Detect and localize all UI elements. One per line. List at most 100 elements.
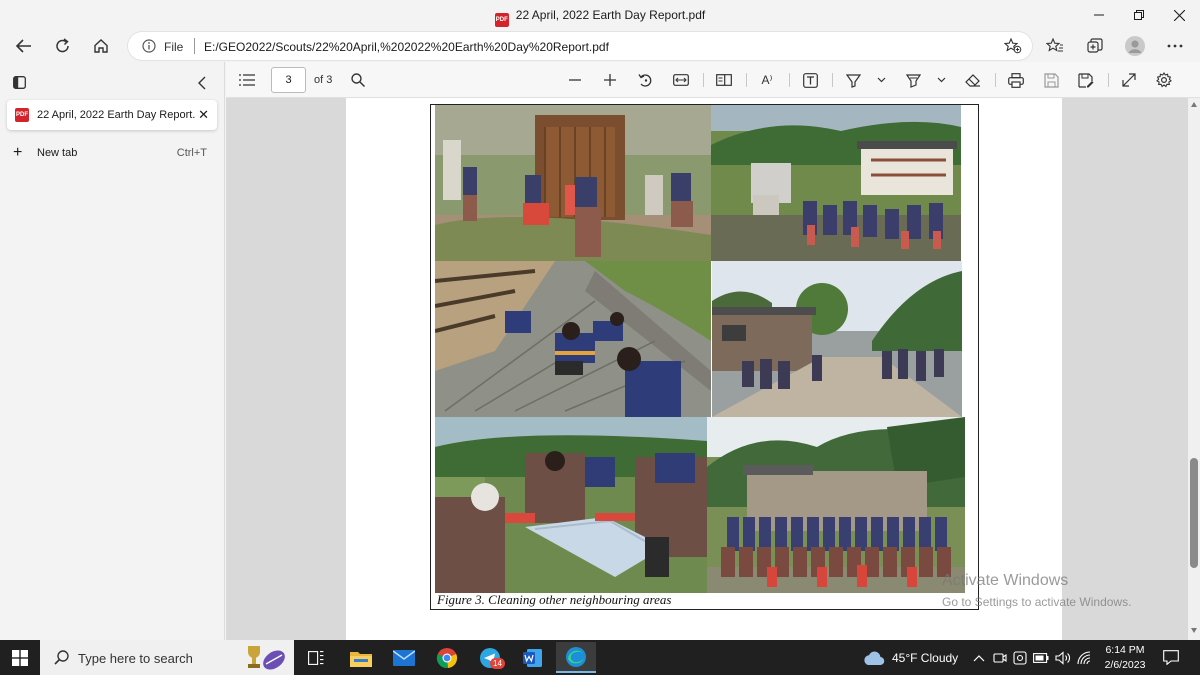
highlighter-icon bbox=[905, 73, 921, 88]
figure-3: Figure 3. Cleaning other neighbouring ar… bbox=[430, 104, 979, 610]
zoom-in-button[interactable] bbox=[601, 70, 619, 90]
device-icon[interactable] bbox=[1013, 650, 1027, 665]
save-icon bbox=[1043, 72, 1059, 88]
url-text[interactable]: E:/GEO2022/Scouts/22%20April,%202022%20E… bbox=[204, 40, 609, 54]
new-tab-button[interactable]: + New tab Ctrl+T bbox=[7, 140, 217, 166]
clock-date: 2/6/2023 bbox=[1104, 659, 1146, 671]
photo-stone-path bbox=[435, 261, 711, 417]
table-of-contents-icon bbox=[239, 74, 255, 86]
highlight-button[interactable] bbox=[903, 70, 923, 90]
save-as-icon bbox=[1078, 72, 1094, 88]
show-hidden-icons-icon[interactable] bbox=[973, 654, 985, 662]
refresh-button[interactable] bbox=[49, 32, 77, 60]
search-highlight-icon[interactable] bbox=[236, 642, 292, 674]
battery-icon[interactable] bbox=[1033, 652, 1049, 663]
chrome-icon bbox=[436, 647, 458, 668]
highlight-options-dropdown[interactable] bbox=[934, 70, 948, 90]
print-button[interactable] bbox=[1006, 70, 1026, 90]
folder-icon bbox=[350, 651, 372, 667]
draw-options-dropdown[interactable] bbox=[874, 70, 888, 90]
collapse-pane-icon[interactable] bbox=[197, 76, 207, 90]
scroll-down-icon[interactable] bbox=[1191, 628, 1197, 633]
meet-now-icon[interactable] bbox=[993, 651, 1007, 665]
system-tray-icons bbox=[973, 640, 1091, 675]
wifi-icon[interactable] bbox=[1077, 650, 1091, 665]
page-total: of 3 bbox=[314, 74, 333, 86]
page-view-button[interactable] bbox=[714, 70, 734, 90]
minus-icon bbox=[569, 79, 581, 81]
close-tab-icon[interactable]: ✕ bbox=[198, 107, 209, 123]
draw-button[interactable] bbox=[843, 70, 863, 90]
word-icon bbox=[523, 648, 542, 667]
toolbar-separator bbox=[1108, 73, 1109, 87]
photo-village-road bbox=[712, 261, 962, 417]
draw-icon bbox=[845, 73, 861, 88]
close-window-button[interactable] bbox=[1157, 0, 1200, 30]
title-bar: PDF 22 April, 2022 Earth Day Report.pdf bbox=[0, 0, 1200, 30]
full-screen-button[interactable] bbox=[1119, 70, 1139, 90]
back-button[interactable] bbox=[10, 32, 38, 60]
weather-widget[interactable]: 45°F Cloudy bbox=[862, 640, 958, 675]
chrome-button[interactable] bbox=[427, 642, 467, 673]
photo-hillside-group bbox=[711, 105, 961, 261]
fit-to-page-button[interactable] bbox=[671, 70, 691, 90]
volume-icon[interactable] bbox=[1055, 650, 1071, 665]
pdf-viewport[interactable]: Figure 3. Cleaning other neighbouring ar… bbox=[226, 98, 1200, 640]
fit-width-icon bbox=[673, 74, 689, 86]
zoom-out-button[interactable] bbox=[566, 70, 584, 90]
toolbar-separator bbox=[995, 73, 996, 87]
address-separator bbox=[194, 38, 195, 54]
find-button[interactable] bbox=[349, 70, 367, 90]
pdf-toolbar: 3 of 3 A⁾ bbox=[226, 62, 1200, 98]
scroll-up-icon[interactable] bbox=[1191, 102, 1197, 107]
file-explorer-button[interactable] bbox=[341, 642, 381, 673]
telegram-button[interactable]: 14 bbox=[470, 642, 510, 673]
chevron-down-icon bbox=[877, 77, 885, 83]
tab-actions-icon[interactable] bbox=[13, 76, 26, 89]
contents-button[interactable] bbox=[238, 70, 256, 90]
favorites-button[interactable] bbox=[1041, 32, 1069, 60]
collections-button[interactable] bbox=[1081, 32, 1109, 60]
save-button[interactable] bbox=[1041, 70, 1061, 90]
info-icon[interactable] bbox=[142, 39, 156, 53]
rotate-button[interactable] bbox=[636, 70, 654, 90]
pdf-tab-icon: PDF bbox=[15, 108, 29, 122]
profile-button[interactable] bbox=[1121, 32, 1149, 60]
refresh-icon bbox=[56, 38, 69, 53]
photo-plastic-collection bbox=[435, 417, 707, 593]
new-tab-label: New tab bbox=[37, 147, 78, 159]
word-button[interactable] bbox=[513, 642, 553, 673]
vertical-scrollbar[interactable] bbox=[1188, 98, 1200, 640]
notifications-button[interactable] bbox=[1163, 640, 1179, 675]
read-aloud-button[interactable]: A⁾ bbox=[757, 70, 777, 90]
edge-button[interactable] bbox=[556, 642, 596, 673]
cloud-icon bbox=[864, 651, 885, 665]
plus-icon bbox=[604, 74, 616, 86]
erase-button[interactable] bbox=[963, 70, 983, 90]
photo-group-photo bbox=[707, 417, 965, 593]
system-clock[interactable]: 6:14 PM 2/6/2023 bbox=[1098, 643, 1152, 673]
pdf-settings-button[interactable] bbox=[1154, 70, 1174, 90]
navigation-bar: File E:/GEO2022/Scouts/22%20April,%20202… bbox=[0, 30, 1200, 62]
task-view-button[interactable] bbox=[296, 642, 336, 673]
taskbar-search-box[interactable]: Type here to search bbox=[40, 640, 294, 675]
chevron-down-icon bbox=[937, 77, 945, 83]
home-button[interactable] bbox=[87, 32, 115, 60]
photo-gate-cleanup bbox=[435, 105, 711, 261]
search-placeholder: Type here to search bbox=[78, 651, 193, 666]
save-as-button[interactable] bbox=[1076, 70, 1096, 90]
minimize-button[interactable] bbox=[1077, 0, 1121, 30]
address-bar[interactable]: File E:/GEO2022/Scouts/22%20April,%20202… bbox=[128, 32, 1032, 60]
favorites-icon bbox=[1046, 38, 1063, 52]
mail-button[interactable] bbox=[384, 642, 424, 673]
add-favorite-icon[interactable] bbox=[1004, 38, 1022, 54]
restore-button[interactable] bbox=[1117, 0, 1161, 30]
add-text-button[interactable] bbox=[800, 70, 820, 90]
windows-logo-icon bbox=[12, 649, 28, 666]
scrollbar-thumb[interactable] bbox=[1190, 458, 1198, 568]
tab-earth-day-report[interactable]: PDF 22 April, 2022 Earth Day Report.pdf … bbox=[7, 100, 217, 130]
search-icon bbox=[54, 650, 69, 665]
start-button[interactable] bbox=[0, 640, 40, 675]
settings-menu-button[interactable] bbox=[1161, 32, 1189, 60]
page-number-input[interactable]: 3 bbox=[271, 67, 306, 93]
